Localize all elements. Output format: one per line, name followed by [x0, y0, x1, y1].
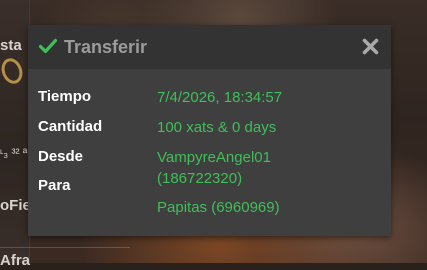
transfer-dialog: Transferir Tiempo 7/4/2026, 18:34:57 Can… — [28, 25, 391, 236]
time-label: Tiempo — [38, 88, 92, 105]
time-value: 7/4/2026, 18:34:57 — [157, 89, 283, 106]
background-divider — [0, 247, 130, 248]
to-label: Para — [38, 177, 71, 194]
check-icon — [39, 38, 57, 54]
from-username-value: VampyreAngel01 — [157, 149, 271, 166]
dialog-title: Transferir — [64, 37, 148, 57]
background-chat-text: oFie — [0, 197, 28, 214]
from-label: Desde — [38, 148, 84, 165]
background-chat-text: ᶫ₃ ³² ª — [0, 146, 28, 160]
dialog-header: Transferir — [28, 25, 391, 69]
amount-label: Cantidad — [38, 118, 103, 135]
to-value: Papitas (6960969) — [157, 199, 280, 216]
amount-value: 100 xats & 0 days — [157, 119, 277, 136]
dialog-body: Tiempo 7/4/2026, 18:34:57 Cantidad 100 x… — [28, 69, 391, 236]
close-icon[interactable] — [362, 38, 379, 55]
from-id-value: (186722320) — [157, 170, 243, 187]
background-chat-text: Afra — [0, 252, 31, 269]
background-chat-text: sta — [0, 37, 22, 54]
